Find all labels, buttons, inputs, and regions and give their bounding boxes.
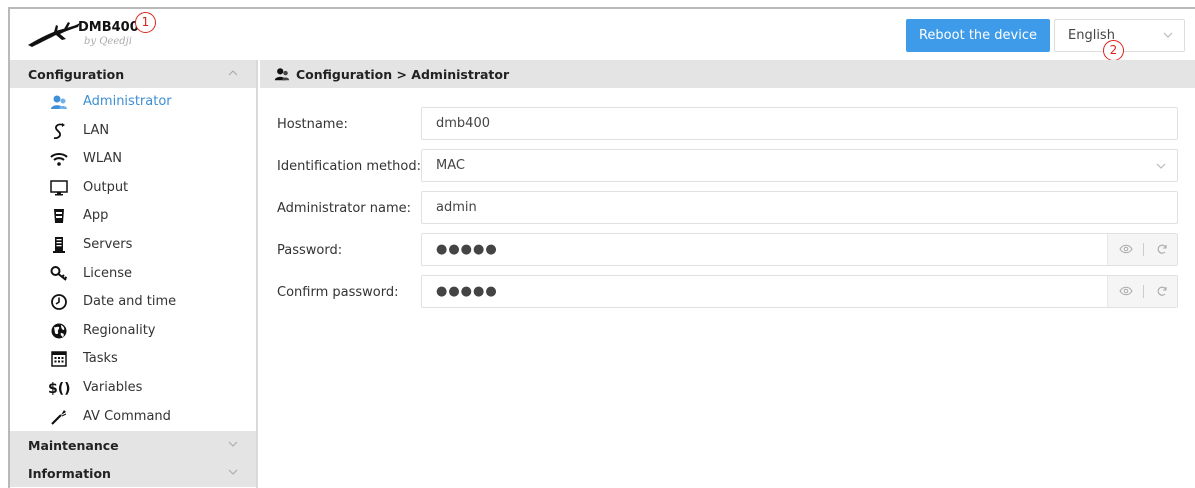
administrator-name-value: admin	[436, 200, 477, 215]
hostname-row: Hostname: dmb400	[277, 107, 1178, 141]
app-name: DMB400	[78, 20, 139, 35]
chevron-down-icon	[228, 469, 238, 475]
sidebar-item-license[interactable]: License	[10, 260, 256, 289]
globe-icon	[51, 323, 67, 339]
sidebar-item-date-and-time[interactable]: Date and time	[10, 288, 256, 317]
password-label: Password:	[277, 243, 343, 258]
lan-icon	[53, 122, 65, 139]
chevron-down-icon	[1163, 32, 1173, 38]
section-label: Maintenance	[28, 438, 119, 454]
confirm-password-label: Confirm password:	[277, 285, 399, 300]
sidebar-item-label: License	[83, 265, 133, 281]
key-icon	[50, 265, 68, 281]
lizard-logo-icon	[28, 22, 80, 47]
administrator-name-label: Administrator name:	[277, 201, 411, 216]
breadcrumb: Configuration > Administrator	[260, 60, 1195, 88]
administrator-name-input[interactable]: admin	[421, 191, 1178, 224]
hostname-input[interactable]: dmb400	[421, 107, 1178, 140]
hostname-value: dmb400	[436, 116, 490, 131]
monitor-icon	[50, 180, 68, 196]
sidebar-item-label: AV Command	[83, 408, 171, 424]
sidebar-item-administrator[interactable]: Administrator	[10, 88, 256, 117]
app-window: DMB400 by Qeedji 1 Reboot the device Eng…	[8, 7, 1195, 488]
sidebar-item-variables[interactable]: $() Variables	[10, 374, 256, 403]
sidebar-item-label: Servers	[83, 236, 133, 252]
sidebar-item-label: Tasks	[83, 351, 118, 367]
section-maintenance[interactable]: Maintenance	[10, 431, 256, 460]
eye-icon[interactable]	[1119, 244, 1133, 254]
app-icon	[54, 209, 64, 224]
identification-method-value: MAC	[436, 158, 465, 173]
refresh-icon[interactable]	[1156, 243, 1168, 255]
section-label: Configuration	[28, 67, 125, 82]
chevron-up-icon	[228, 70, 238, 76]
server-icon	[53, 236, 65, 253]
sidebar: Configuration Administrator LAN WLAN Out…	[10, 60, 258, 488]
sidebar-item-label: Variables	[83, 379, 143, 395]
sidebar-item-output[interactable]: Output	[10, 174, 256, 203]
confirm-password-row: Confirm password: ●●●●●	[277, 275, 1178, 309]
clock-icon	[51, 294, 67, 311]
configuration-menu: Administrator LAN WLAN Output App Server…	[10, 88, 256, 431]
sidebar-item-label: Date and time	[83, 294, 177, 310]
svg-text:$(): $()	[48, 381, 70, 397]
sidebar-item-tasks[interactable]: Tasks	[10, 345, 256, 374]
breadcrumb-text: Configuration > Administrator	[296, 67, 510, 82]
administrator-icon	[274, 68, 290, 81]
sidebar-item-regionality[interactable]: Regionality	[10, 317, 256, 346]
divider	[1143, 285, 1144, 298]
sidebar-item-lan[interactable]: LAN	[10, 117, 256, 146]
confirm-password-tools	[1107, 276, 1177, 307]
password-value: ●●●●●	[436, 242, 498, 257]
identification-method-row: Identification method: MAC	[277, 149, 1178, 183]
sidebar-item-av-command[interactable]: AV Command	[10, 403, 256, 432]
main-content: Configuration > Administrator Hostname: …	[260, 60, 1195, 488]
administrator-icon	[51, 95, 67, 109]
sidebar-item-label: App	[83, 208, 109, 224]
eye-icon[interactable]	[1119, 286, 1133, 296]
sidebar-item-wlan[interactable]: WLAN	[10, 145, 256, 174]
password-row: Password: ●●●●●	[277, 233, 1178, 267]
sidebar-item-label: Regionality	[83, 322, 156, 338]
chevron-down-icon	[228, 441, 238, 447]
callout-badge-2: 2	[1103, 40, 1124, 61]
identification-method-select[interactable]: MAC	[421, 149, 1178, 182]
sidebar-item-label: WLAN	[83, 151, 123, 167]
app-subtitle: by Qeedji	[84, 36, 132, 47]
password-tools	[1107, 234, 1177, 265]
administrator-name-row: Administrator name: admin	[277, 191, 1178, 225]
sidebar-item-label: LAN	[83, 122, 110, 138]
hostname-label: Hostname:	[277, 117, 348, 132]
identification-method-label: Identification method:	[277, 159, 421, 174]
password-input[interactable]: ●●●●●	[421, 233, 1178, 266]
sidebar-item-label: Output	[83, 179, 129, 195]
confirm-password-input[interactable]: ●●●●●	[421, 275, 1178, 308]
header: DMB400 by Qeedji 1 Reboot the device Eng…	[10, 9, 1195, 61]
chevron-down-icon	[1156, 163, 1166, 169]
divider	[1143, 243, 1144, 256]
section-configuration[interactable]: Configuration	[10, 60, 256, 88]
sidebar-item-label: Administrator	[83, 94, 172, 109]
variables-icon: $()	[48, 381, 70, 397]
section-label: Information	[28, 466, 111, 482]
calendar-icon	[51, 351, 67, 368]
sidebar-item-app[interactable]: App	[10, 202, 256, 231]
wifi-icon	[50, 153, 68, 166]
callout-badge-1: 1	[135, 12, 156, 33]
refresh-icon[interactable]	[1156, 285, 1168, 297]
confirm-password-value: ●●●●●	[436, 284, 498, 299]
section-information[interactable]: Information	[10, 459, 256, 488]
reboot-button[interactable]: Reboot the device	[906, 19, 1050, 52]
sidebar-item-servers[interactable]: Servers	[10, 231, 256, 260]
av-command-icon	[51, 409, 67, 425]
